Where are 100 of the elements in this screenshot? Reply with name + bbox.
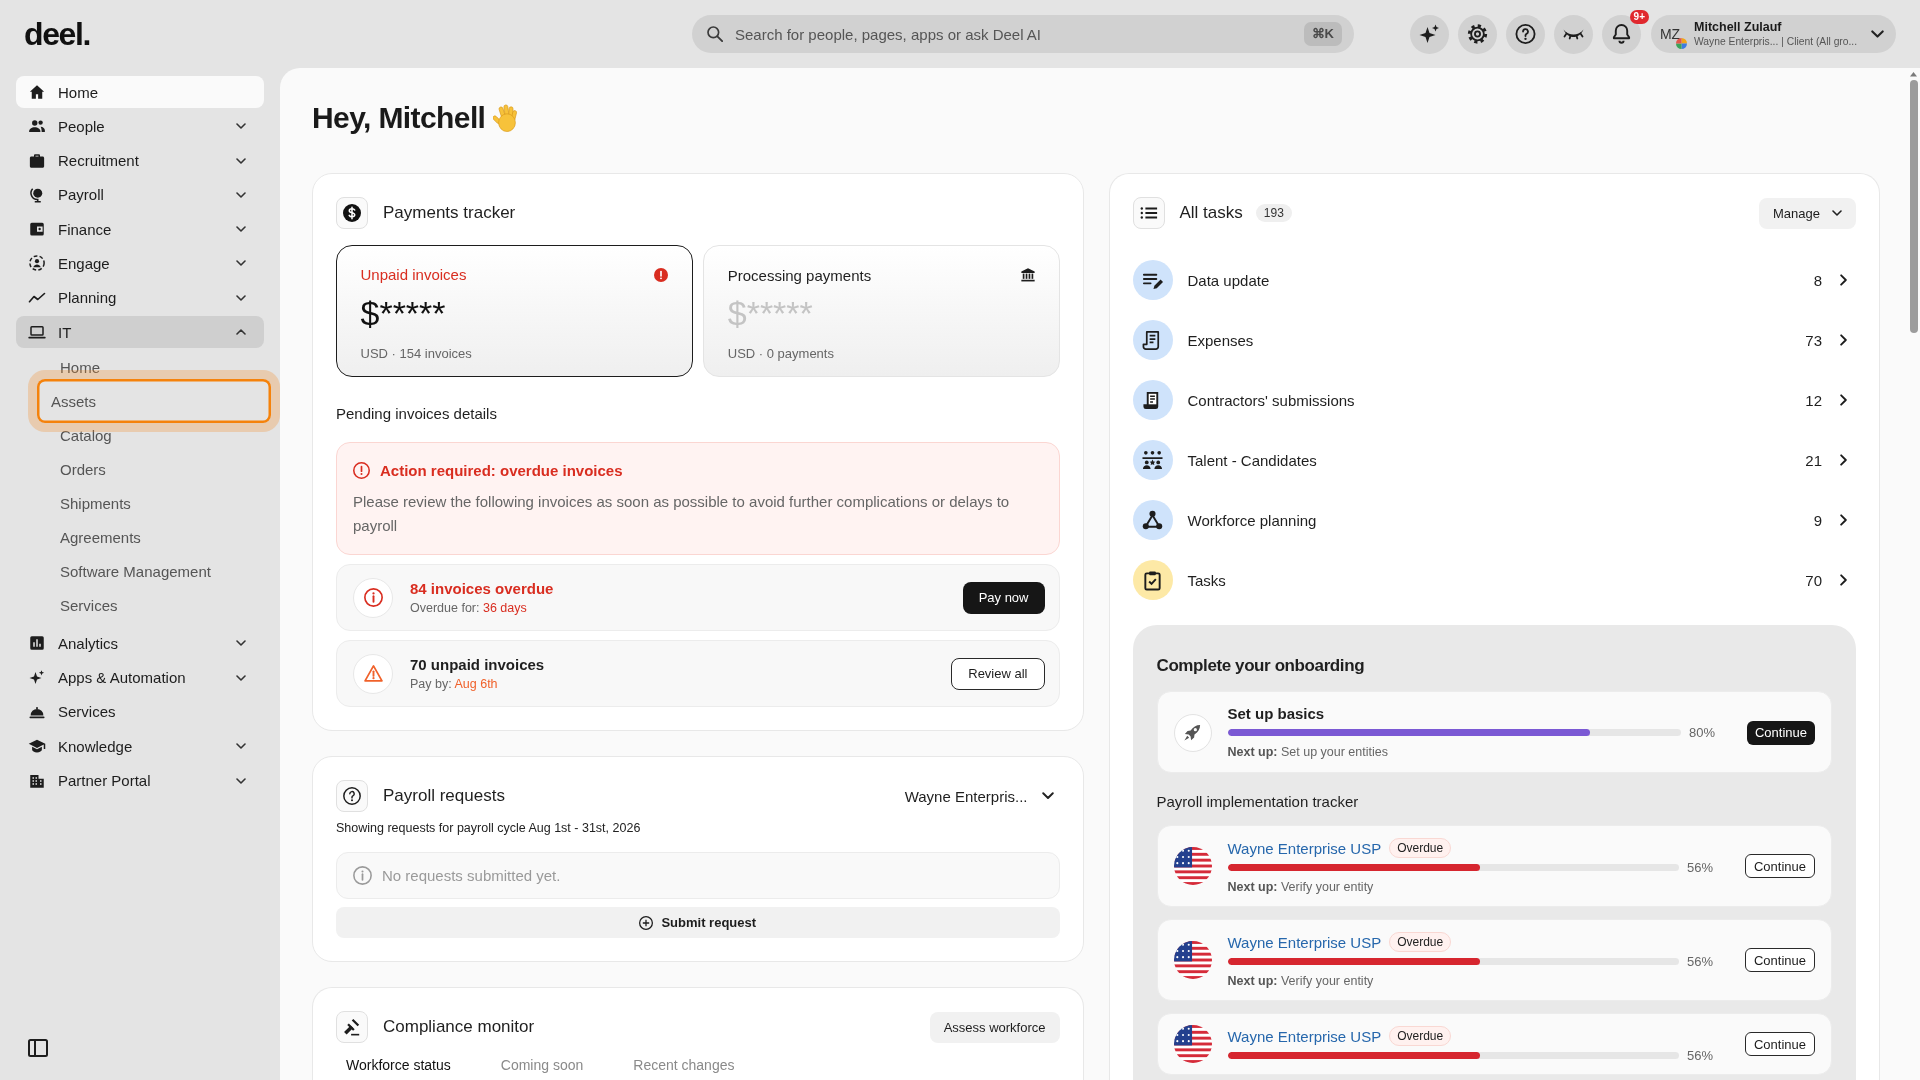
invoice-action-button[interactable]: Pay now: [962, 581, 1045, 614]
user-name: Mitchell Zulauf: [1694, 20, 1783, 35]
greeting-heading: Hey, Mitchell: [312, 100, 486, 136]
card-title: Compliance monitor: [383, 1017, 535, 1037]
ai-assistant-button[interactable]: [1410, 14, 1449, 54]
due-detail: Overdue for: 36 days: [410, 600, 528, 616]
plus-circle-icon: [639, 915, 654, 930]
sidebar-item[interactable]: Analytics: [16, 627, 264, 660]
progress-percent: 80%: [1688, 725, 1716, 740]
chevron-right-icon[interactable]: [1840, 454, 1847, 466]
status-badge: Overdue: [1389, 932, 1452, 952]
sparkle-icon: [1419, 24, 1440, 44]
entity-link[interactable]: Wayne Enterprise USP: [1227, 839, 1382, 857]
task-category[interactable]: Expenses: [1187, 331, 1791, 349]
briefcase-icon: [28, 151, 46, 170]
sidebar-item[interactable]: IT: [16, 316, 264, 349]
sidebar-subitem[interactable]: Agreements: [37, 520, 271, 555]
continue-button[interactable]: Continue: [1744, 948, 1815, 972]
section-title: Pending invoices details: [336, 405, 498, 423]
tile-label: Unpaid invoices: [360, 266, 467, 283]
flag-icon: [1173, 1025, 1212, 1063]
sidebar-toggle-icon[interactable]: [28, 1039, 48, 1057]
sidebar-subitem[interactable]: Services: [37, 588, 271, 623]
invoice-action-button[interactable]: Review all: [951, 657, 1045, 690]
settings-button[interactable]: [1458, 14, 1497, 54]
sidebar-item[interactable]: Engage: [16, 247, 264, 280]
section-title: Payroll implementation tracker: [1156, 793, 1360, 811]
task-category[interactable]: Talent - Candidates: [1187, 451, 1791, 469]
sidebar-item[interactable]: Payroll: [16, 178, 264, 211]
manage-dropdown[interactable]: Manage: [1759, 197, 1856, 229]
payment-tile[interactable]: Unpaid invoices $***** USD · 154 invoices: [336, 245, 693, 377]
flag-icon: [1173, 941, 1212, 979]
chevron-down-icon: [1041, 792, 1054, 800]
task-count: 8: [1813, 271, 1822, 289]
avatar-initials: MZ: [1659, 26, 1681, 42]
next-step-text: Next up: Verify your entity: [1227, 973, 1375, 989]
tile-label: Processing payments: [727, 266, 872, 284]
tile-meta: USD · 154 invoices: [360, 345, 473, 361]
entity-link[interactable]: Wayne Enterprise USP: [1227, 933, 1382, 951]
sidebar-item[interactable]: Recruitment: [16, 144, 264, 177]
task-category[interactable]: Data update: [1187, 271, 1799, 289]
tab[interactable]: Workforce status: [336, 1057, 461, 1074]
entity-link[interactable]: Wayne Enterprise USP: [1227, 1027, 1382, 1045]
sidebar-item[interactable]: Home: [16, 76, 264, 108]
sidebar-item[interactable]: Planning: [16, 281, 264, 314]
chevron-right-icon[interactable]: [1840, 514, 1847, 526]
entity-dropdown[interactable]: Wayne Enterpris...: [904, 787, 1060, 805]
home-icon: [28, 83, 46, 101]
card-title: Payroll requests: [383, 786, 505, 806]
task-count: 21: [1805, 451, 1822, 469]
assess-workforce-button[interactable]: Assess workforce: [929, 1011, 1060, 1043]
profile-menu[interactable]: MZ Mitchell Zulauf Wayne Enterpris... | Client (All gro...: [1651, 15, 1896, 53]
chevron-down-icon: [1832, 210, 1842, 216]
task-count: 12: [1805, 391, 1822, 409]
notification-badge: 9+: [1629, 9, 1649, 24]
task-category[interactable]: Contractors' submissions: [1187, 391, 1791, 409]
next-step-text: Next up: Verify your entity: [1227, 879, 1375, 895]
due-detail: Pay by: Aug 6th: [410, 676, 499, 692]
task-category[interactable]: Tasks: [1187, 571, 1791, 589]
continue-button[interactable]: Continue: [1744, 854, 1815, 878]
task-count: 9: [1813, 511, 1822, 529]
task-category[interactable]: Workforce planning: [1187, 511, 1799, 529]
sidebar-item[interactable]: Apps & Automation: [16, 661, 264, 694]
sidebar-subitem[interactable]: Orders: [37, 452, 271, 487]
chevron-right-icon[interactable]: [1840, 274, 1847, 286]
sidebar-item[interactable]: People: [16, 110, 264, 143]
search-icon: [707, 26, 723, 42]
rocket-icon: [1173, 713, 1212, 752]
logo[interactable]: deel.: [24, 15, 90, 52]
chevron-right-icon[interactable]: [1840, 334, 1847, 346]
scrollbar-thumb[interactable]: [1910, 80, 1918, 333]
settings-icon: [1467, 24, 1488, 44]
payment-tile[interactable]: Processing payments $***** USD · 0 payments: [702, 245, 1060, 377]
list-icon: [1132, 197, 1165, 229]
sidebar-item[interactable]: Knowledge: [16, 730, 264, 763]
privacy-button[interactable]: [1554, 14, 1593, 54]
help-button[interactable]: [1506, 14, 1545, 54]
tab[interactable]: Recent changes: [623, 1057, 745, 1074]
tile-meta: USD · 0 payments: [727, 346, 835, 361]
sidebar-item[interactable]: Finance: [16, 213, 264, 246]
alert-circle-icon: [353, 461, 370, 479]
sidebar-subitem[interactable]: Shipments: [37, 486, 271, 521]
cycle-caption: Showing requests for payroll cycle Aug 1st - 31st, 2026: [336, 820, 642, 836]
help-icon: [336, 780, 368, 812]
chevron-right-icon[interactable]: [1840, 394, 1847, 406]
bank-icon: [1020, 268, 1035, 282]
task-count: 70: [1805, 571, 1822, 589]
invoice-summary-title: 70 unpaid invoices: [410, 655, 546, 674]
sidebar-subitem[interactable]: Software Management: [37, 554, 271, 589]
sidebar-item[interactable]: Partner Portal: [16, 764, 264, 797]
chevron-right-icon[interactable]: [1840, 574, 1847, 586]
submit-request-button[interactable]: Submit request: [336, 907, 1060, 938]
tab[interactable]: Coming soon: [490, 1057, 594, 1074]
continue-button[interactable]: Continue: [1744, 1032, 1815, 1056]
masked-amount: $*****: [727, 294, 814, 332]
step-title: Set up basics: [1227, 705, 1326, 723]
scroll-up-arrow-icon[interactable]: [1910, 72, 1917, 77]
sidebar-item[interactable]: Services: [16, 695, 264, 728]
invoice-summary-title: 84 invoices overdue: [410, 579, 555, 598]
continue-button[interactable]: Continue: [1746, 720, 1815, 745]
